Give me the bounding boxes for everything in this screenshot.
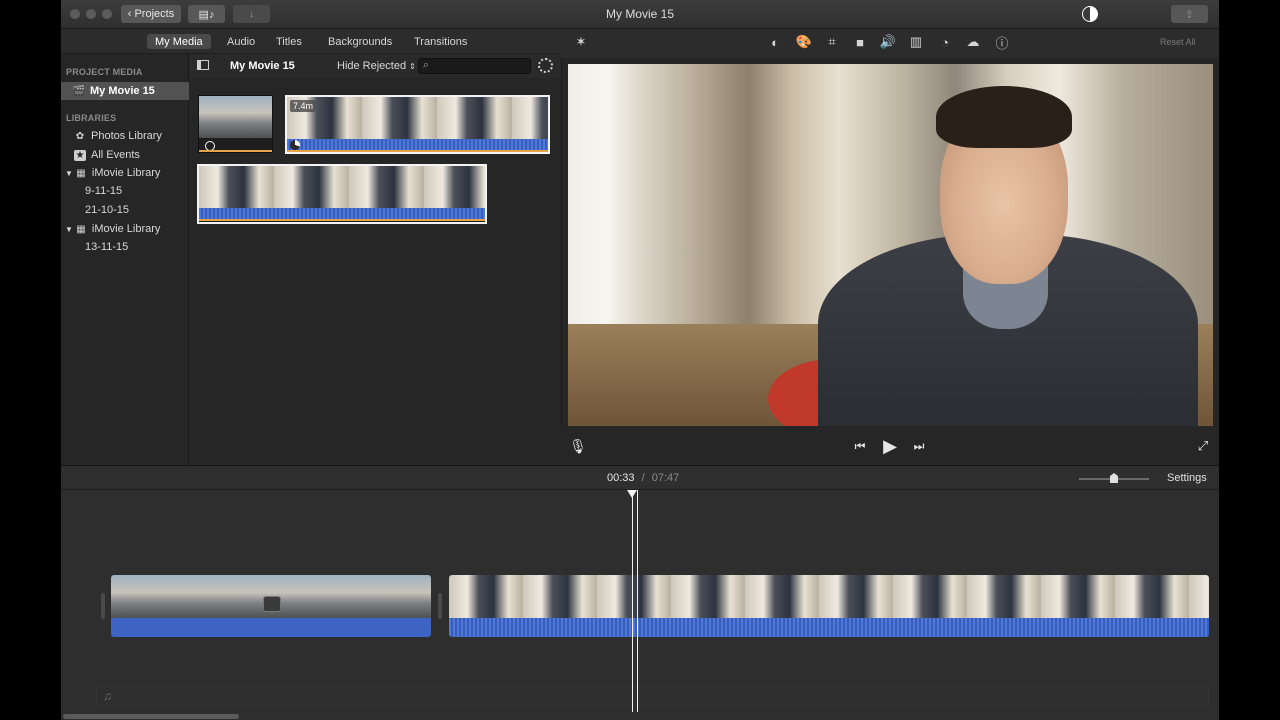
sidebar-item-label: Photos Library [91, 130, 162, 142]
share-icon: ⇪ [1184, 8, 1195, 21]
color-balance-icon[interactable]: ◐ [767, 34, 783, 50]
clip-used-bar [199, 150, 272, 152]
star-icon: ★ [74, 149, 86, 161]
background-tasks-icon[interactable] [1082, 6, 1098, 22]
timecode: 00:33 / 07:47 [607, 472, 679, 484]
tab-titles[interactable]: Titles [268, 34, 310, 49]
playhead-marker[interactable] [627, 490, 637, 498]
timeline-clip-street[interactable] [111, 575, 431, 637]
search-icon: ⌕ [423, 59, 430, 71]
reset-all-button[interactable]: Reset All [1160, 37, 1196, 47]
clip-usage-icon [290, 140, 300, 150]
equalizer-icon[interactable]: ▥ [908, 34, 924, 50]
sidebar-item-label: iMovie Library [91, 223, 161, 235]
timeline-start-handle[interactable] [101, 593, 105, 619]
tab-transitions[interactable]: Transitions [406, 34, 475, 49]
microphone-icon[interactable]: 🎙 [569, 437, 587, 455]
disclosure-triangle-icon[interactable]: ▼ [65, 169, 73, 178]
info-icon[interactable]: ⓘ [994, 34, 1010, 51]
sidebar-item-label: My Movie 15 [90, 85, 155, 97]
media-clip-person-1[interactable]: 7.4m [285, 95, 550, 154]
tab-backgrounds[interactable]: Backgrounds [320, 34, 400, 49]
right-margin [1219, 0, 1280, 720]
updown-arrows-icon: ⇕ [409, 62, 416, 71]
sidebar-item-imovie-library-1[interactable]: ▼ ▦ iMovie Library [61, 164, 189, 182]
media-clip-street[interactable] [198, 95, 273, 153]
music-note-icon: ♫ [103, 689, 112, 703]
play-icon[interactable]: ▶ [880, 435, 900, 457]
video-hair [936, 86, 1072, 148]
media-clip-person-2[interactable] [197, 164, 487, 224]
sidebar-item-event[interactable]: 9-11-15 [61, 182, 189, 200]
disclosure-triangle-icon[interactable]: ▼ [65, 225, 73, 234]
library-grid-icon: ▦ [76, 167, 86, 179]
tab-my-media[interactable]: My Media [147, 34, 211, 49]
clip-filter-icon[interactable]: ☁ [965, 34, 981, 50]
clip-filmstrip [449, 575, 1209, 618]
clip-thumbnail [199, 96, 272, 138]
sidebar-toggle-icon[interactable] [197, 60, 209, 70]
filter-popup[interactable]: Hide Rejected ⇕ [337, 60, 416, 72]
crop-icon[interactable]: ⌗ [824, 34, 840, 50]
current-time: 00:33 [607, 472, 635, 484]
clip-audio-wave [287, 139, 548, 150]
filter-label: Hide Rejected [337, 60, 407, 72]
clip-audio-track [111, 618, 431, 637]
sidebar-item-label: iMovie Library [91, 167, 161, 179]
libraries-sidebar: PROJECT MEDIA 🎬 My Movie 15 LIBRARIES ✿ … [61, 54, 189, 465]
left-margin [0, 0, 61, 720]
clip-duration-badge: 7.4m [290, 100, 317, 112]
libraries-header: LIBRARIES [66, 113, 117, 123]
share-button[interactable]: ⇪ [1171, 5, 1208, 23]
search-field[interactable]: ⌕ [418, 58, 531, 74]
sidebar-item-event[interactable]: 21-10-15 [61, 201, 189, 219]
timeline-settings-button[interactable]: Settings [1167, 472, 1207, 484]
clip-used-bar [287, 150, 548, 152]
sidebar-item-imovie-library-2[interactable]: ▼ ▦ iMovie Library [61, 220, 189, 238]
media-browser-title: My Movie 15 [230, 60, 295, 72]
sidebar-item-all-events[interactable]: ★ All Events [61, 146, 189, 164]
timeline-clip-person[interactable] [449, 575, 1209, 637]
clip-gap-handle[interactable] [438, 593, 442, 619]
video-preview[interactable] [568, 64, 1213, 426]
window-title: My Movie 15 [605, 7, 675, 21]
fullscreen-icon[interactable]: ⤢ [1195, 438, 1211, 454]
clip-audio-track [449, 618, 1209, 637]
gear-icon[interactable] [538, 58, 553, 73]
clapper-icon: 🎬 [72, 85, 86, 97]
sidebar-item-label: All Events [91, 149, 140, 161]
total-time: 07:47 [651, 472, 680, 484]
time-separator: / [641, 472, 645, 484]
sidebar-item-photos-library[interactable]: ✿ Photos Library [61, 127, 189, 145]
clip-used-bar [199, 219, 485, 221]
tab-audio[interactable]: Audio [219, 34, 263, 49]
volume-icon[interactable]: 🔊 [880, 34, 896, 50]
color-correction-icon[interactable]: 🎨 [796, 34, 812, 50]
skip-back-icon[interactable]: ⏮ [853, 438, 867, 454]
library-grid-icon: ▦ [76, 223, 86, 235]
timeline-header: 00:33 / 07:47 Settings [61, 465, 1219, 490]
title-bar: ‹ Projects ▤♪ ↓ My Movie 15 ⇪ [61, 0, 1219, 29]
magic-wand-icon[interactable]: ✶ [573, 34, 589, 50]
stabilization-icon[interactable]: ■ [852, 34, 868, 50]
clip-thumbnail [199, 166, 485, 208]
speed-icon[interactable]: ◔ [937, 34, 953, 50]
clip-audio-wave [199, 208, 485, 219]
transition-icon[interactable] [263, 596, 281, 612]
skip-forward-icon[interactable]: ⏭ [912, 438, 926, 454]
clip-thumbnail [287, 97, 548, 139]
timeline-scrollbar[interactable] [63, 714, 239, 719]
sidebar-item-event[interactable]: 13-11-15 [61, 238, 189, 256]
project-media-header: PROJECT MEDIA [66, 67, 143, 77]
flower-icon: ✿ [75, 130, 85, 142]
sidebar-item-project[interactable]: 🎬 My Movie 15 [61, 82, 189, 100]
music-track-lane[interactable] [96, 686, 1209, 706]
playhead[interactable] [632, 490, 638, 712]
media-tabs-bar: My Media Audio Titles Backgrounds Transi… [61, 29, 561, 54]
